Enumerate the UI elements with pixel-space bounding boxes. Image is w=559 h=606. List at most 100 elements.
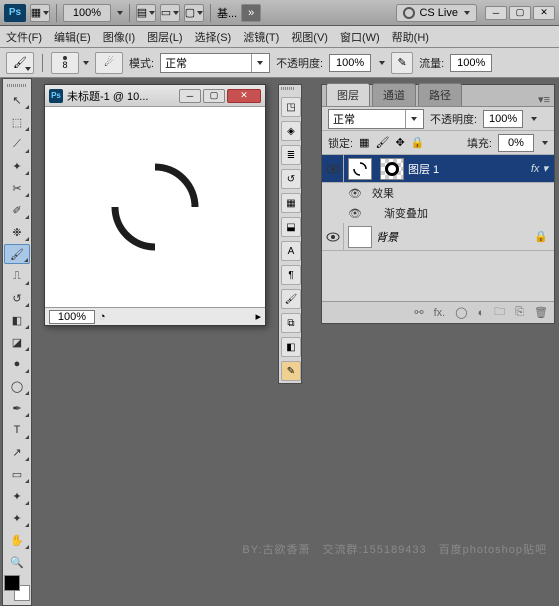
doc-close-button[interactable]: ✕ (227, 89, 261, 103)
view-extras-icon[interactable]: ▤ (136, 4, 156, 22)
collapsed-panel-2[interactable]: ◈ (281, 121, 301, 141)
visibility-toggle[interactable] (322, 155, 344, 182)
layer-effects-row[interactable]: 👁效果 (322, 183, 554, 203)
layer-row[interactable]: 图层 1 fx ▾ (322, 155, 554, 183)
menu-view[interactable]: 视图(V) (291, 29, 328, 45)
menu-file[interactable]: 文件(F) (6, 29, 42, 45)
brush-preset-picker[interactable]: 8 (51, 52, 79, 74)
maximize-button[interactable]: ▢ (509, 6, 531, 20)
doc-zoom-input[interactable]: 100% (49, 310, 95, 324)
color-swatches[interactable] (4, 575, 30, 601)
lock-position-icon[interactable]: ✥ (395, 136, 404, 149)
collapsed-panel-4[interactable]: ↺ (281, 169, 301, 189)
layer-fx-indicator[interactable]: fx ▾ (531, 162, 548, 175)
close-button[interactable]: ✕ (533, 6, 555, 20)
marquee-tool[interactable]: ⬚ (4, 112, 30, 132)
collapsed-panel-3[interactable]: ≣ (281, 145, 301, 165)
delete-layer-icon[interactable]: 🗑 (534, 306, 548, 319)
lock-pixels-icon[interactable]: 🖌 (375, 136, 389, 149)
layer-thumbnail[interactable] (348, 158, 372, 180)
dodge-tool[interactable]: ◯ (4, 376, 30, 396)
shape-tool[interactable]: ▭ (4, 464, 30, 484)
tab-layers[interactable]: 图层 (326, 83, 370, 106)
menu-select[interactable]: 选择(S) (195, 29, 232, 45)
fx-visibility-toggle[interactable]: 👁 (344, 187, 366, 200)
move-tool[interactable]: ↖ (4, 90, 30, 110)
quick-select-tool[interactable]: ✦ (4, 156, 30, 176)
path-select-tool[interactable]: ↗ (4, 442, 30, 462)
arrange-docs-icon[interactable]: ▭ (160, 4, 180, 22)
eyedropper-tool[interactable]: ✐ (4, 200, 30, 220)
tool-preset-picker[interactable]: 🖌 (6, 52, 34, 74)
visibility-toggle[interactable] (322, 223, 344, 250)
zoom-level[interactable]: 100% (63, 4, 111, 22)
type-tool[interactable]: T (4, 420, 30, 440)
fx-item-visibility-toggle[interactable]: 👁 (344, 207, 366, 220)
blur-tool[interactable]: ● (4, 354, 30, 374)
link-layers-icon[interactable]: ⚯ (414, 306, 423, 319)
brush-tool[interactable]: 🖌 (4, 244, 30, 264)
layer-name[interactable]: 背景 (376, 229, 398, 245)
hand-tool[interactable]: ✋ (4, 530, 30, 550)
layer-mask-icon[interactable]: ◯ (455, 306, 467, 319)
menu-help[interactable]: 帮助(H) (392, 29, 429, 45)
opacity-input[interactable]: 100% (329, 54, 371, 72)
layer-group-icon[interactable]: 🗀 (494, 303, 505, 322)
collapsed-panel-10[interactable]: ⧉ (281, 313, 301, 333)
zoom-tool[interactable]: 🔍 (4, 552, 30, 572)
collapsed-panel-11[interactable]: ◧ (281, 337, 301, 357)
doc-minimize-button[interactable]: ─ (179, 89, 201, 103)
layer-name[interactable]: 图层 1 (408, 161, 439, 177)
history-brush-tool[interactable]: ↺ (4, 288, 30, 308)
doc-menu-arrow[interactable]: ▸ (255, 310, 261, 323)
lock-transparent-icon[interactable]: ▦ (359, 136, 369, 149)
screen-mode-icon[interactable]: ▢ (184, 4, 204, 22)
lock-all-icon[interactable]: 🔒 (411, 136, 425, 149)
canvas[interactable] (45, 107, 265, 307)
stamp-tool[interactable]: ⎍ (4, 266, 30, 286)
panel-grip[interactable] (3, 81, 31, 89)
eraser-tool[interactable]: ◧ (4, 310, 30, 330)
collapsed-panel-7[interactable]: A (281, 241, 301, 261)
collapsed-panel-6[interactable]: ⬓ (281, 217, 301, 237)
layer-effect-item[interactable]: 👁渐变叠加 (322, 203, 554, 223)
camera-tool[interactable]: ✦ (4, 508, 30, 528)
blend-mode-select[interactable]: 正常 (160, 53, 270, 73)
bridge-icon[interactable]: ▦ (30, 4, 50, 22)
collapsed-panel-1[interactable]: ◳ (281, 97, 301, 117)
cslive-button[interactable]: CS Live (396, 4, 477, 22)
menu-image[interactable]: 图像(I) (103, 29, 135, 45)
3d-tool[interactable]: ✦ (4, 486, 30, 506)
gradient-tool[interactable]: ◪ (4, 332, 30, 352)
lasso-tool[interactable]: ⟋ (4, 134, 30, 154)
workspace-label[interactable]: 基... (217, 5, 237, 21)
new-layer-icon[interactable]: ⎘ (515, 306, 524, 319)
tab-paths[interactable]: 路径 (418, 83, 462, 106)
flow-input[interactable]: 100% (450, 54, 492, 72)
tablet-opacity-icon[interactable]: ✎ (391, 52, 413, 74)
pen-tool[interactable]: ✒ (4, 398, 30, 418)
layer-opacity-input[interactable]: 100% (483, 110, 523, 128)
layer-row[interactable]: 背景 🔒 (322, 223, 554, 251)
healing-tool[interactable]: ❉ (4, 222, 30, 242)
brush-panel-toggle[interactable]: ☄ (95, 52, 123, 74)
collapsed-panel-9[interactable]: 🖌 (281, 289, 301, 309)
tab-channels[interactable]: 通道 (372, 83, 416, 106)
menu-window[interactable]: 窗口(W) (340, 29, 380, 45)
document-titlebar[interactable]: Ps 未标题-1 @ 10... ─ ▢ ✕ (45, 85, 265, 107)
menu-layer[interactable]: 图层(L) (147, 29, 182, 45)
minimize-button[interactable]: ─ (485, 6, 507, 20)
panel-menu-icon[interactable]: ▾≡ (538, 93, 550, 106)
menu-filter[interactable]: 滤镜(T) (243, 29, 279, 45)
collapsed-panel-8[interactable]: ¶ (281, 265, 301, 285)
layer-mask-thumbnail[interactable] (380, 158, 404, 180)
doc-maximize-button[interactable]: ▢ (203, 89, 225, 103)
collapsed-panel-12[interactable]: ✎ (281, 361, 301, 381)
layer-thumbnail[interactable] (348, 226, 372, 248)
collapsed-panel-5[interactable]: ▦ (281, 193, 301, 213)
layer-blend-select[interactable]: 正常 (328, 109, 424, 129)
fill-input[interactable]: 0% (498, 134, 534, 152)
expand-workspaces-icon[interactable]: » (241, 4, 261, 22)
adjustment-layer-icon[interactable]: ◐ (478, 307, 485, 319)
layer-style-icon[interactable]: fx. (434, 307, 446, 319)
